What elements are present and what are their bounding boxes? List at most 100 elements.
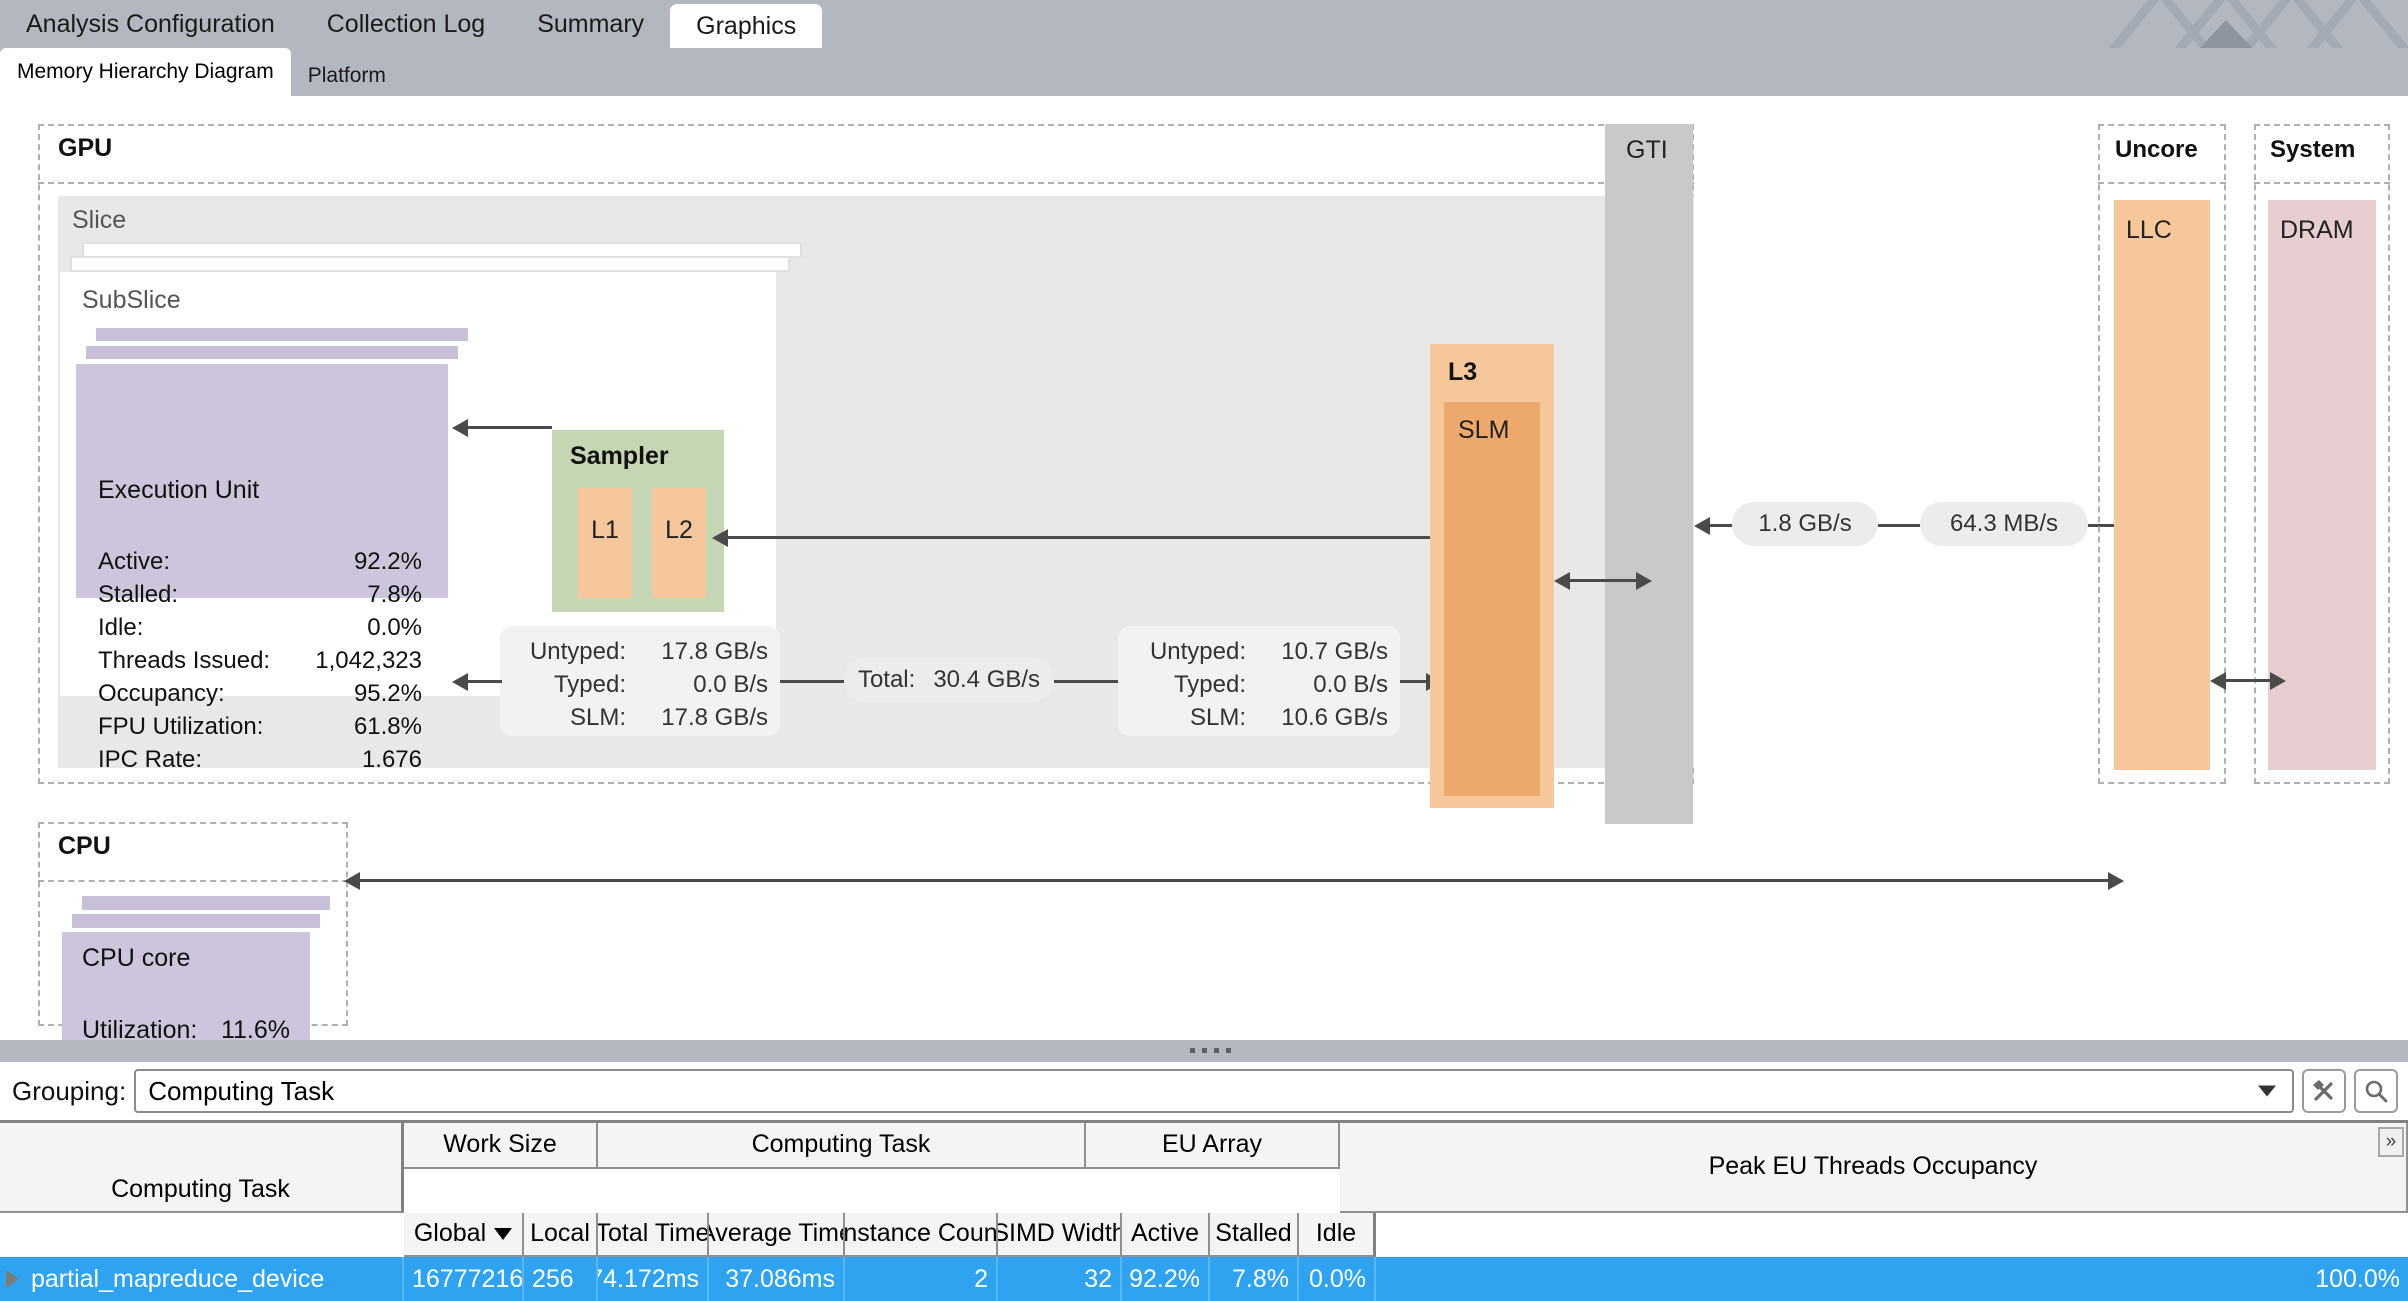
grouping-label: Grouping: <box>12 1076 126 1107</box>
panel-splitter[interactable] <box>0 1040 2408 1062</box>
cell-stalled: 7.8% <box>1210 1257 1299 1301</box>
gti-llc-bandwidth-pill: 1.8 GB/s <box>1732 502 1878 546</box>
eu-bw-slm-key: SLM: <box>570 704 626 732</box>
column-header-computing-task[interactable]: Computing Task <box>0 1169 404 1213</box>
splitter-grip-dots <box>1190 1048 1231 1053</box>
sampler-l1-cache: L1 <box>578 488 632 598</box>
eu-metric-occupancy-key: Occupancy: <box>98 680 225 708</box>
grouping-select-value: Computing Task <box>148 1076 334 1107</box>
sampler-l1-label: L1 <box>591 516 619 545</box>
l3-bw-typed-value: 0.0 B/s <box>1313 671 1388 699</box>
group-header-computing-task[interactable]: Computing Task <box>598 1123 1086 1169</box>
eu-metric-threads-issued-key: Threads Issued: <box>98 647 270 675</box>
sort-descending-icon <box>494 1228 512 1240</box>
grouping-select[interactable]: Computing Task <box>134 1069 2294 1113</box>
cell-computing-task[interactable]: partial_mapreduce_device <box>0 1257 404 1301</box>
total-bandwidth-key: Total: <box>858 666 915 694</box>
execution-unit-label: Execution Unit <box>98 476 259 505</box>
eu-metric-idle-value: 0.0% <box>367 614 422 642</box>
tab-collection-log[interactable]: Collection Log <box>301 0 511 48</box>
column-header-simd-width[interactable]: SIMD Width <box>998 1213 1122 1257</box>
expand-row-icon[interactable] <box>6 1270 19 1288</box>
column-header-stalled[interactable]: Stalled <box>1210 1213 1299 1257</box>
uncore-title: Uncore <box>2115 136 2198 164</box>
tab-analysis-configuration[interactable]: Analysis Configuration <box>0 0 301 48</box>
subtab-platform[interactable]: Platform <box>291 56 403 96</box>
cpu-llc-line <box>358 879 2110 882</box>
group-header-computing-task-name[interactable] <box>0 1123 404 1169</box>
tab-summary[interactable]: Summary <box>511 0 670 48</box>
gti-label: GTI <box>1626 136 1668 165</box>
eu-bw-slm-value: 17.8 GB/s <box>661 704 768 732</box>
sub-tab-bar: Memory Hierarchy Diagram Platform <box>0 48 2408 96</box>
eu-bw-untyped-key: Untyped: <box>530 638 626 666</box>
l3-bandwidth-to-l3-line <box>1400 680 1428 683</box>
eu-metric-fpu-utilization-value: 61.8% <box>354 713 422 741</box>
cpu-title: CPU <box>58 832 111 861</box>
llc-dram-mid-line <box>2224 679 2272 682</box>
column-header-idle[interactable]: Idle <box>1299 1213 1376 1257</box>
cpu-llc-arrowhead-right <box>2108 872 2124 890</box>
group-header-work-size[interactable]: Work Size <box>404 1123 598 1169</box>
subslice-stack-card-2 <box>72 258 788 270</box>
eu-metric-stalled-value: 7.8% <box>367 581 422 609</box>
column-header-active[interactable]: Active <box>1122 1213 1210 1257</box>
total-bandwidth-value: 30.4 GB/s <box>933 666 1040 694</box>
l3-bw-untyped-value: 10.7 GB/s <box>1281 638 1388 666</box>
gpu-header-separator <box>38 182 1694 184</box>
slm-label: SLM <box>1458 416 1509 445</box>
group-header-peak-eu-threads-occupancy[interactable]: Peak EU Threads Occupancy <box>1340 1123 2408 1213</box>
memory-hierarchy-diagram: GPU Slice SubSlice Execution Unit Active… <box>0 96 2408 1040</box>
l3-bw-typed: Typed: 0.0 B/s <box>1130 671 1388 699</box>
expand-columns-button[interactable]: » <box>2378 1127 2404 1157</box>
total-bandwidth-pill: Total: 30.4 GB/s <box>844 658 1054 702</box>
cell-average-time: 37.086ms <box>709 1257 845 1301</box>
column-header-total-time[interactable]: Total Time <box>598 1213 709 1257</box>
eu-metric-stalled-key: Stalled: <box>98 581 178 609</box>
column-header-local[interactable]: Local <box>524 1213 598 1257</box>
llc-dram-mid-arrowhead-right <box>2270 672 2286 690</box>
eu-metric-active-key: Active: <box>98 548 170 576</box>
cell-local: 256 <box>524 1257 598 1301</box>
eu-bandwidth-to-eu-arrowhead <box>452 673 468 691</box>
gti-llc-line-b <box>1878 524 1920 527</box>
tab-graphics[interactable]: Graphics <box>670 4 822 48</box>
gti-block <box>1605 124 1693 824</box>
subtab-memory-hierarchy-diagram[interactable]: Memory Hierarchy Diagram <box>0 48 291 96</box>
l3-bw-slm-key: SLM: <box>1190 704 1246 732</box>
eu-bw-slm: SLM: 17.8 GB/s <box>512 704 768 732</box>
l3-gti-line <box>1568 579 1638 582</box>
gti-llc-bandwidth-value: 1.8 GB/s <box>1758 510 1851 538</box>
hammer-wrench-button[interactable] <box>2302 1069 2346 1113</box>
eu-metric-fpu-utilization-key: FPU Utilization: <box>98 713 263 741</box>
column-header-average-time[interactable]: Average Time <box>709 1213 845 1257</box>
search-button[interactable] <box>2354 1069 2398 1113</box>
eu-metric-stalled: Stalled: 7.8% <box>98 581 422 609</box>
l3-label: L3 <box>1448 358 1477 387</box>
main-tab-bar: Analysis Configuration Collection Log Su… <box>0 0 2408 48</box>
table-column-header-row: Computing Task Global Local Total Time A… <box>0 1213 2408 1257</box>
uncore-header-separator <box>2098 182 2226 184</box>
eu-metric-ipc-rate-value: 1.676 <box>362 746 422 774</box>
table-row[interactable]: partial_mapreduce_device 16777216 256 74… <box>0 1257 2408 1301</box>
total-to-l3bw-line <box>1054 680 1118 683</box>
eu-metric-idle-key: Idle: <box>98 614 143 642</box>
column-header-global-label: Global <box>414 1220 486 1248</box>
l3-bw-untyped: Untyped: 10.7 GB/s <box>1130 638 1388 666</box>
l3-bw-slm-value: 10.6 GB/s <box>1281 704 1388 732</box>
results-table: Work Size Computing Task EU Array Peak E… <box>0 1120 2408 1254</box>
group-header-eu-array[interactable]: EU Array <box>1086 1123 1340 1169</box>
cpu-core-label: CPU core <box>82 944 190 973</box>
eu-bw-untyped: Untyped: 17.8 GB/s <box>512 638 768 666</box>
slice-title: Slice <box>72 206 126 235</box>
llc-dram-mid-arrowhead-left <box>2210 672 2226 690</box>
cell-active: 92.2% <box>1122 1257 1210 1301</box>
llc-dram-bandwidth-pill: 64.3 MB/s <box>1920 502 2088 546</box>
dram-label: DRAM <box>2280 216 2354 245</box>
eu-metric-active: Active: 92.2% <box>98 548 422 576</box>
column-header-global[interactable]: Global <box>404 1213 524 1257</box>
cell-simd-width: 32 <box>998 1257 1122 1301</box>
eu-bw-typed-value: 0.0 B/s <box>693 671 768 699</box>
l3-bw-untyped-key: Untyped: <box>1150 638 1246 666</box>
column-header-instance-count[interactable]: Instance Count <box>845 1213 998 1257</box>
